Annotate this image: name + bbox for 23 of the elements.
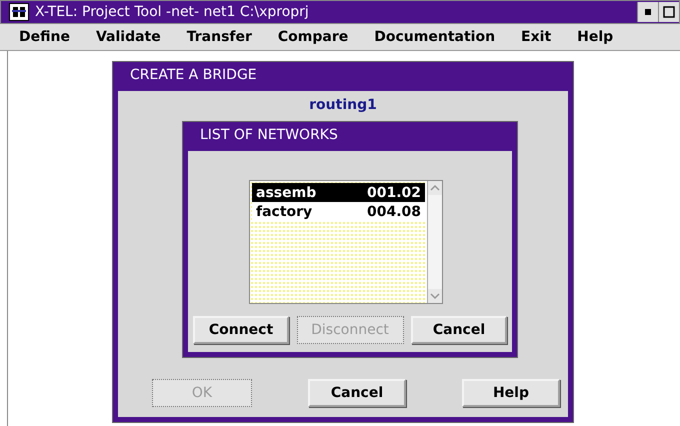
menu-item[interactable]: Documentation xyxy=(367,29,502,45)
dialog-button[interactable]: Connect xyxy=(193,316,289,344)
menu-item[interactable]: Transfer xyxy=(180,29,259,45)
network-list[interactable]: assemb 001.02 factory 004.08 xyxy=(249,180,443,304)
dialog-button[interactable]: Cancel xyxy=(308,379,406,407)
minimize-button[interactable] xyxy=(637,2,658,22)
list-item[interactable]: factory 004.08 xyxy=(252,202,425,221)
maximize-button[interactable] xyxy=(658,2,679,22)
menu-item[interactable]: Validate xyxy=(88,29,168,45)
dialog-title: LIST OF NETWORKS xyxy=(188,127,512,151)
menu-item[interactable]: Define xyxy=(12,29,77,45)
menu-item[interactable]: Help xyxy=(570,29,620,45)
dialog-button[interactable]: Cancel xyxy=(411,316,507,344)
menu-item[interactable]: Compare xyxy=(270,29,356,45)
app-icon[interactable] xyxy=(9,3,29,21)
dialog-button[interactable]: Help xyxy=(462,379,560,407)
list-item[interactable]: assemb 001.02 xyxy=(252,183,425,202)
dialog-title: CREATE A BRIDGE xyxy=(118,67,568,91)
window-title: X-TEL: Project Tool -net- net1 C:\xproprj xyxy=(35,4,310,20)
minimize-icon xyxy=(645,9,651,15)
menu-item[interactable]: Exit xyxy=(514,29,558,45)
maximize-icon xyxy=(663,6,675,18)
dialog-subtitle: routing1 xyxy=(308,97,378,113)
